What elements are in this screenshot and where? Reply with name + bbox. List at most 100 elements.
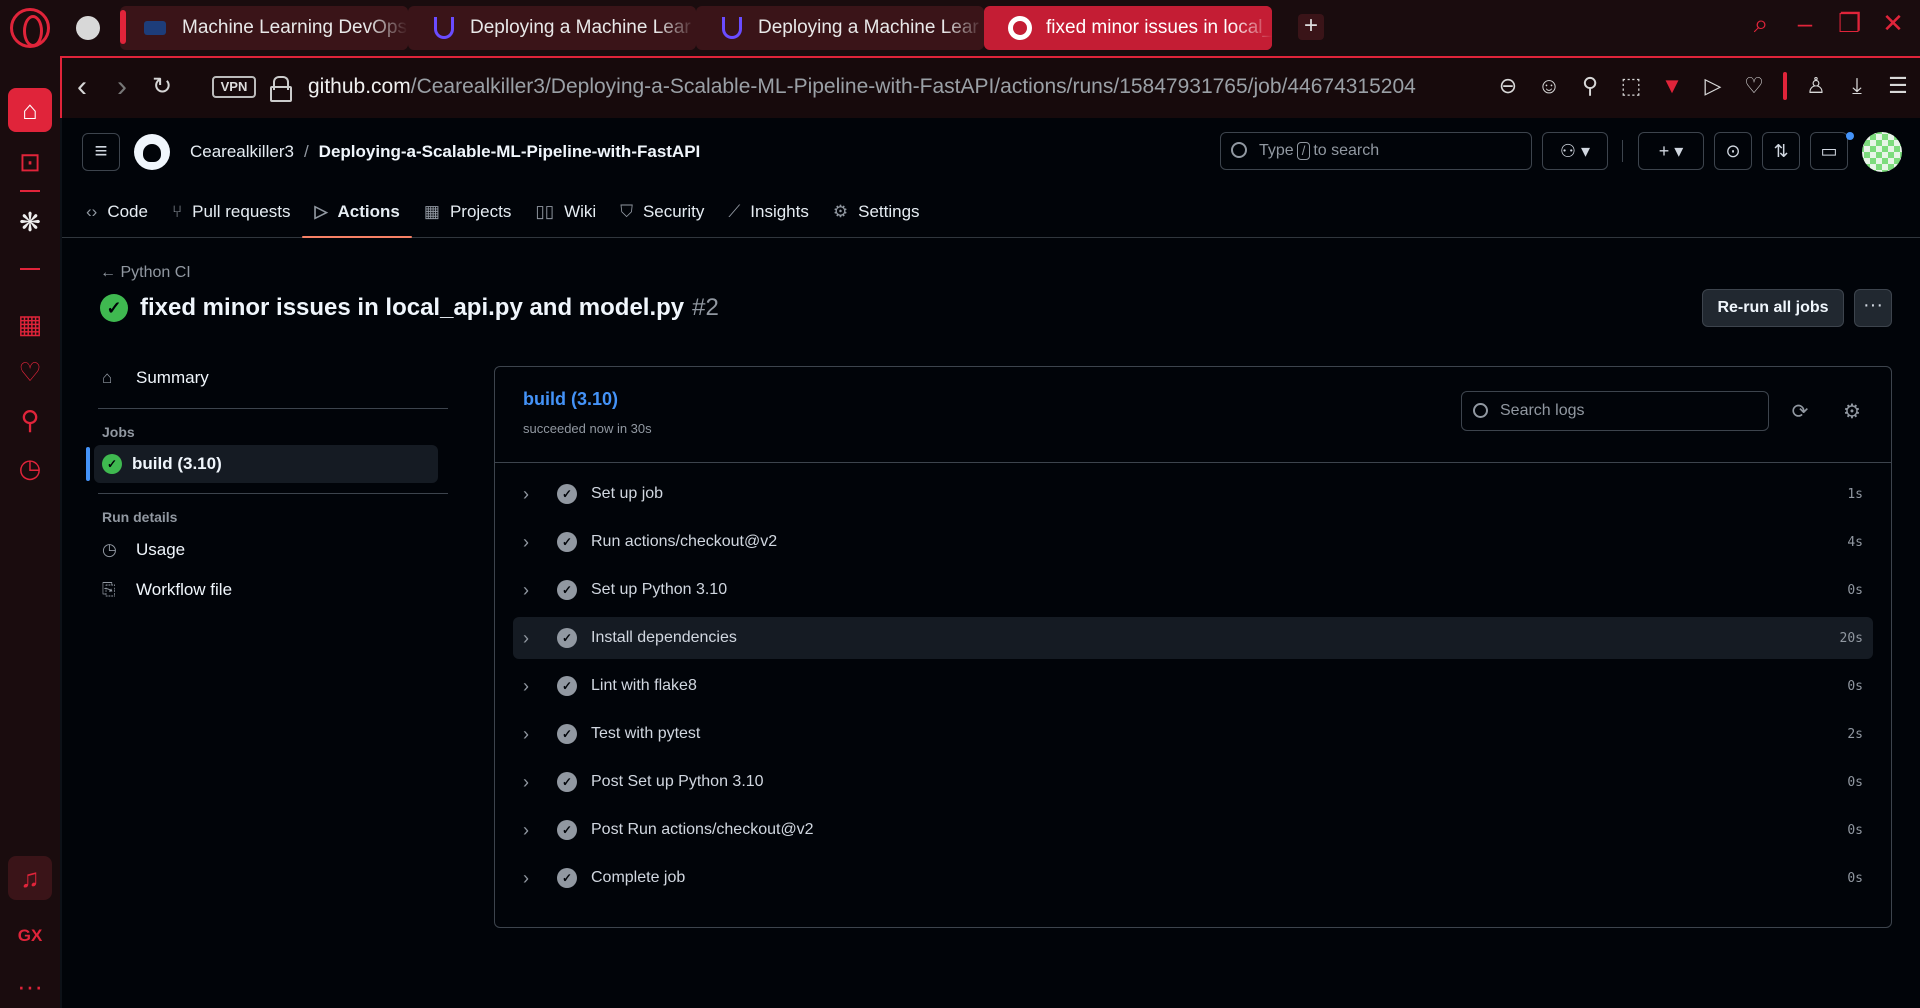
repo-link[interactable]: Deploying-a-Scalable-ML-Pipeline-with-Fa… bbox=[319, 142, 701, 161]
more-options-button[interactable]: ··· bbox=[1854, 289, 1892, 327]
owner-link[interactable]: Cearealkiller3 bbox=[190, 142, 294, 161]
step-row[interactable]: › ✓ Complete job 0s bbox=[513, 857, 1873, 899]
step-row[interactable]: › ✓ Set up job 1s bbox=[513, 473, 1873, 515]
pin-icon[interactable]: ⚲ bbox=[1576, 72, 1604, 100]
usage-link[interactable]: ◷ Usage bbox=[82, 530, 452, 570]
pocket-icon[interactable]: ▼ bbox=[1658, 72, 1686, 100]
chevron-right-icon: › bbox=[523, 579, 529, 600]
job-name[interactable]: build (3.10) bbox=[523, 389, 618, 410]
avatar[interactable] bbox=[1862, 132, 1902, 172]
page-title: ✓ fixed minor issues in local_api.py and… bbox=[100, 294, 719, 322]
tab-projects[interactable]: ▦ Projects bbox=[412, 186, 523, 238]
reload-icon[interactable]: ↻ bbox=[148, 74, 176, 102]
code-icon: ‹› bbox=[86, 202, 98, 221]
github-logo-icon[interactable] bbox=[134, 134, 170, 170]
tab-island-marker bbox=[120, 10, 126, 44]
home-icon[interactable]: ⌂ bbox=[8, 88, 52, 132]
url-field[interactable]: github.com/Cearealkiller3/Deploying-a-Sc… bbox=[308, 75, 1416, 99]
step-row[interactable]: › ✓ Run actions/checkout@v2 4s bbox=[513, 521, 1873, 563]
inbox-icon[interactable]: ▭ bbox=[1810, 132, 1848, 170]
send-icon[interactable]: ▷ bbox=[1699, 72, 1727, 100]
step-row[interactable]: › ✓ Test with pytest 2s bbox=[513, 713, 1873, 755]
check-icon: ✓ bbox=[557, 868, 577, 888]
window-controls: ⌕ – ❐ ✕ bbox=[1750, 10, 1904, 36]
workflow-file-link[interactable]: ⎘ Workflow file bbox=[82, 570, 452, 610]
udacity-icon bbox=[722, 17, 742, 39]
history-icon[interactable]: ◷ bbox=[12, 450, 48, 486]
pull-requests-icon[interactable]: ⇅ bbox=[1762, 132, 1800, 170]
tab-pull-requests[interactable]: ⑂ Pull requests bbox=[160, 186, 302, 238]
tab-security[interactable]: ⛉ Security bbox=[608, 186, 716, 238]
gamepad-icon[interactable]: ⊡ bbox=[12, 144, 48, 180]
search-input[interactable]: Type / to search bbox=[1220, 132, 1532, 170]
new-tab-button[interactable]: + bbox=[1298, 14, 1324, 40]
back-icon[interactable]: ‹ bbox=[68, 72, 96, 102]
forward-icon[interactable]: › bbox=[108, 72, 136, 102]
step-row[interactable]: › ✓ Install dependencies 20s bbox=[513, 617, 1873, 659]
create-new-button[interactable]: + ▾ bbox=[1638, 132, 1704, 170]
gx-label[interactable]: GX bbox=[12, 918, 48, 954]
vpn-badge[interactable]: VPN bbox=[212, 76, 256, 98]
chevron-right-icon: › bbox=[523, 771, 529, 792]
search-icon bbox=[1473, 403, 1488, 418]
close-icon[interactable]: ✕ bbox=[1882, 10, 1904, 36]
step-row[interactable]: › ✓ Post Set up Python 3.10 0s bbox=[513, 761, 1873, 803]
globe-icon[interactable] bbox=[76, 16, 100, 40]
browser-sidebar: ⌂ ⊡ ❋ ▦ ♡ ⚲ ◷ ♫ GX ··· bbox=[0, 56, 60, 1008]
sidebar-item-job[interactable]: ✓ build (3.10) bbox=[86, 445, 438, 483]
music-icon[interactable]: ♫ bbox=[8, 856, 52, 900]
search-logs-input[interactable]: Search logs bbox=[1461, 391, 1769, 431]
success-check-icon: ✓ bbox=[102, 454, 122, 474]
heart-icon[interactable]: ♡ bbox=[1740, 72, 1768, 100]
check-icon: ✓ bbox=[557, 532, 577, 552]
browser-tab-3[interactable]: Deploying a Machine Lear bbox=[696, 6, 984, 50]
zoom-out-icon[interactable]: ⊖ bbox=[1494, 72, 1522, 100]
workspaces-icon[interactable]: ▦ bbox=[12, 306, 48, 342]
download-icon[interactable]: ⤓ bbox=[1843, 72, 1871, 100]
job-log-panel: build (3.10) succeeded now in 30s Search… bbox=[494, 366, 1892, 928]
gear-icon[interactable]: ⚙ bbox=[1841, 401, 1863, 423]
step-row[interactable]: › ✓ Post Run actions/checkout@v2 0s bbox=[513, 809, 1873, 851]
check-icon: ✓ bbox=[557, 676, 577, 696]
rerun-all-jobs-button[interactable]: Re-run all jobs bbox=[1702, 289, 1844, 327]
minimize-icon[interactable]: – bbox=[1794, 10, 1816, 36]
tab-actions[interactable]: ▷ Actions bbox=[302, 186, 413, 238]
tab-strip: Machine Learning DevOps Deploying a Mach… bbox=[120, 6, 1272, 50]
restore-icon[interactable]: ❐ bbox=[1838, 10, 1861, 36]
search-tabs-icon[interactable]: ⌕ bbox=[1750, 10, 1772, 36]
search-icon bbox=[1231, 142, 1247, 158]
refresh-icon[interactable]: ⟳ bbox=[1789, 401, 1811, 423]
browser-tab-bar: Machine Learning DevOps Deploying a Mach… bbox=[0, 0, 1920, 56]
pull-request-icon: ⑂ bbox=[171, 202, 183, 221]
devops-icon bbox=[144, 21, 166, 35]
step-row[interactable]: › ✓ Set up Python 3.10 0s bbox=[513, 569, 1873, 611]
step-row[interactable]: › ✓ Lint with flake8 0s bbox=[513, 665, 1873, 707]
issues-icon[interactable]: ⊙ bbox=[1714, 132, 1752, 170]
tab-settings[interactable]: ⚙ Settings bbox=[821, 186, 932, 238]
copilot-button[interactable]: ⚇ ▾ bbox=[1542, 132, 1608, 170]
jobs-label: Jobs bbox=[102, 424, 135, 440]
pinboard-icon[interactable]: ⚲ bbox=[12, 402, 48, 438]
emoji-icon[interactable]: ☺ bbox=[1535, 72, 1563, 100]
browser-tab-2[interactable]: Deploying a Machine Lear bbox=[408, 6, 696, 50]
tab-wiki[interactable]: ▯▯ Wiki bbox=[523, 186, 608, 238]
account-icon[interactable]: ♙ bbox=[1802, 72, 1830, 100]
chevron-right-icon: › bbox=[523, 627, 529, 648]
tab-insights[interactable]: ⟋ Insights bbox=[716, 186, 821, 238]
browser-tab-active[interactable]: fixed minor issues in local_ bbox=[984, 6, 1272, 50]
browser-tab-1[interactable]: Machine Learning DevOps bbox=[120, 6, 408, 50]
workflow-back-link[interactable]: ← Python CI bbox=[100, 264, 191, 282]
more-icon[interactable]: ··· bbox=[12, 968, 48, 1004]
opera-logo-icon[interactable] bbox=[10, 8, 50, 48]
check-icon: ✓ bbox=[557, 628, 577, 648]
menu-icon[interactable]: ≡ bbox=[82, 133, 120, 171]
favorites-icon[interactable]: ♡ bbox=[12, 354, 48, 390]
summary-link[interactable]: ⌂ Summary bbox=[82, 358, 452, 398]
lock-icon[interactable] bbox=[270, 76, 292, 102]
tab-code[interactable]: ‹› Code bbox=[74, 186, 160, 238]
chatgpt-icon[interactable]: ❋ bbox=[12, 204, 48, 240]
repo-nav: ‹› Code ⑂ Pull requests ▷ Actions ▦ Projects… bbox=[74, 186, 932, 238]
snapshot-icon[interactable]: ⬚ bbox=[1617, 72, 1645, 100]
easy-setup-icon[interactable]: ☰ bbox=[1884, 72, 1912, 100]
run-details-label: Run details bbox=[102, 509, 178, 525]
